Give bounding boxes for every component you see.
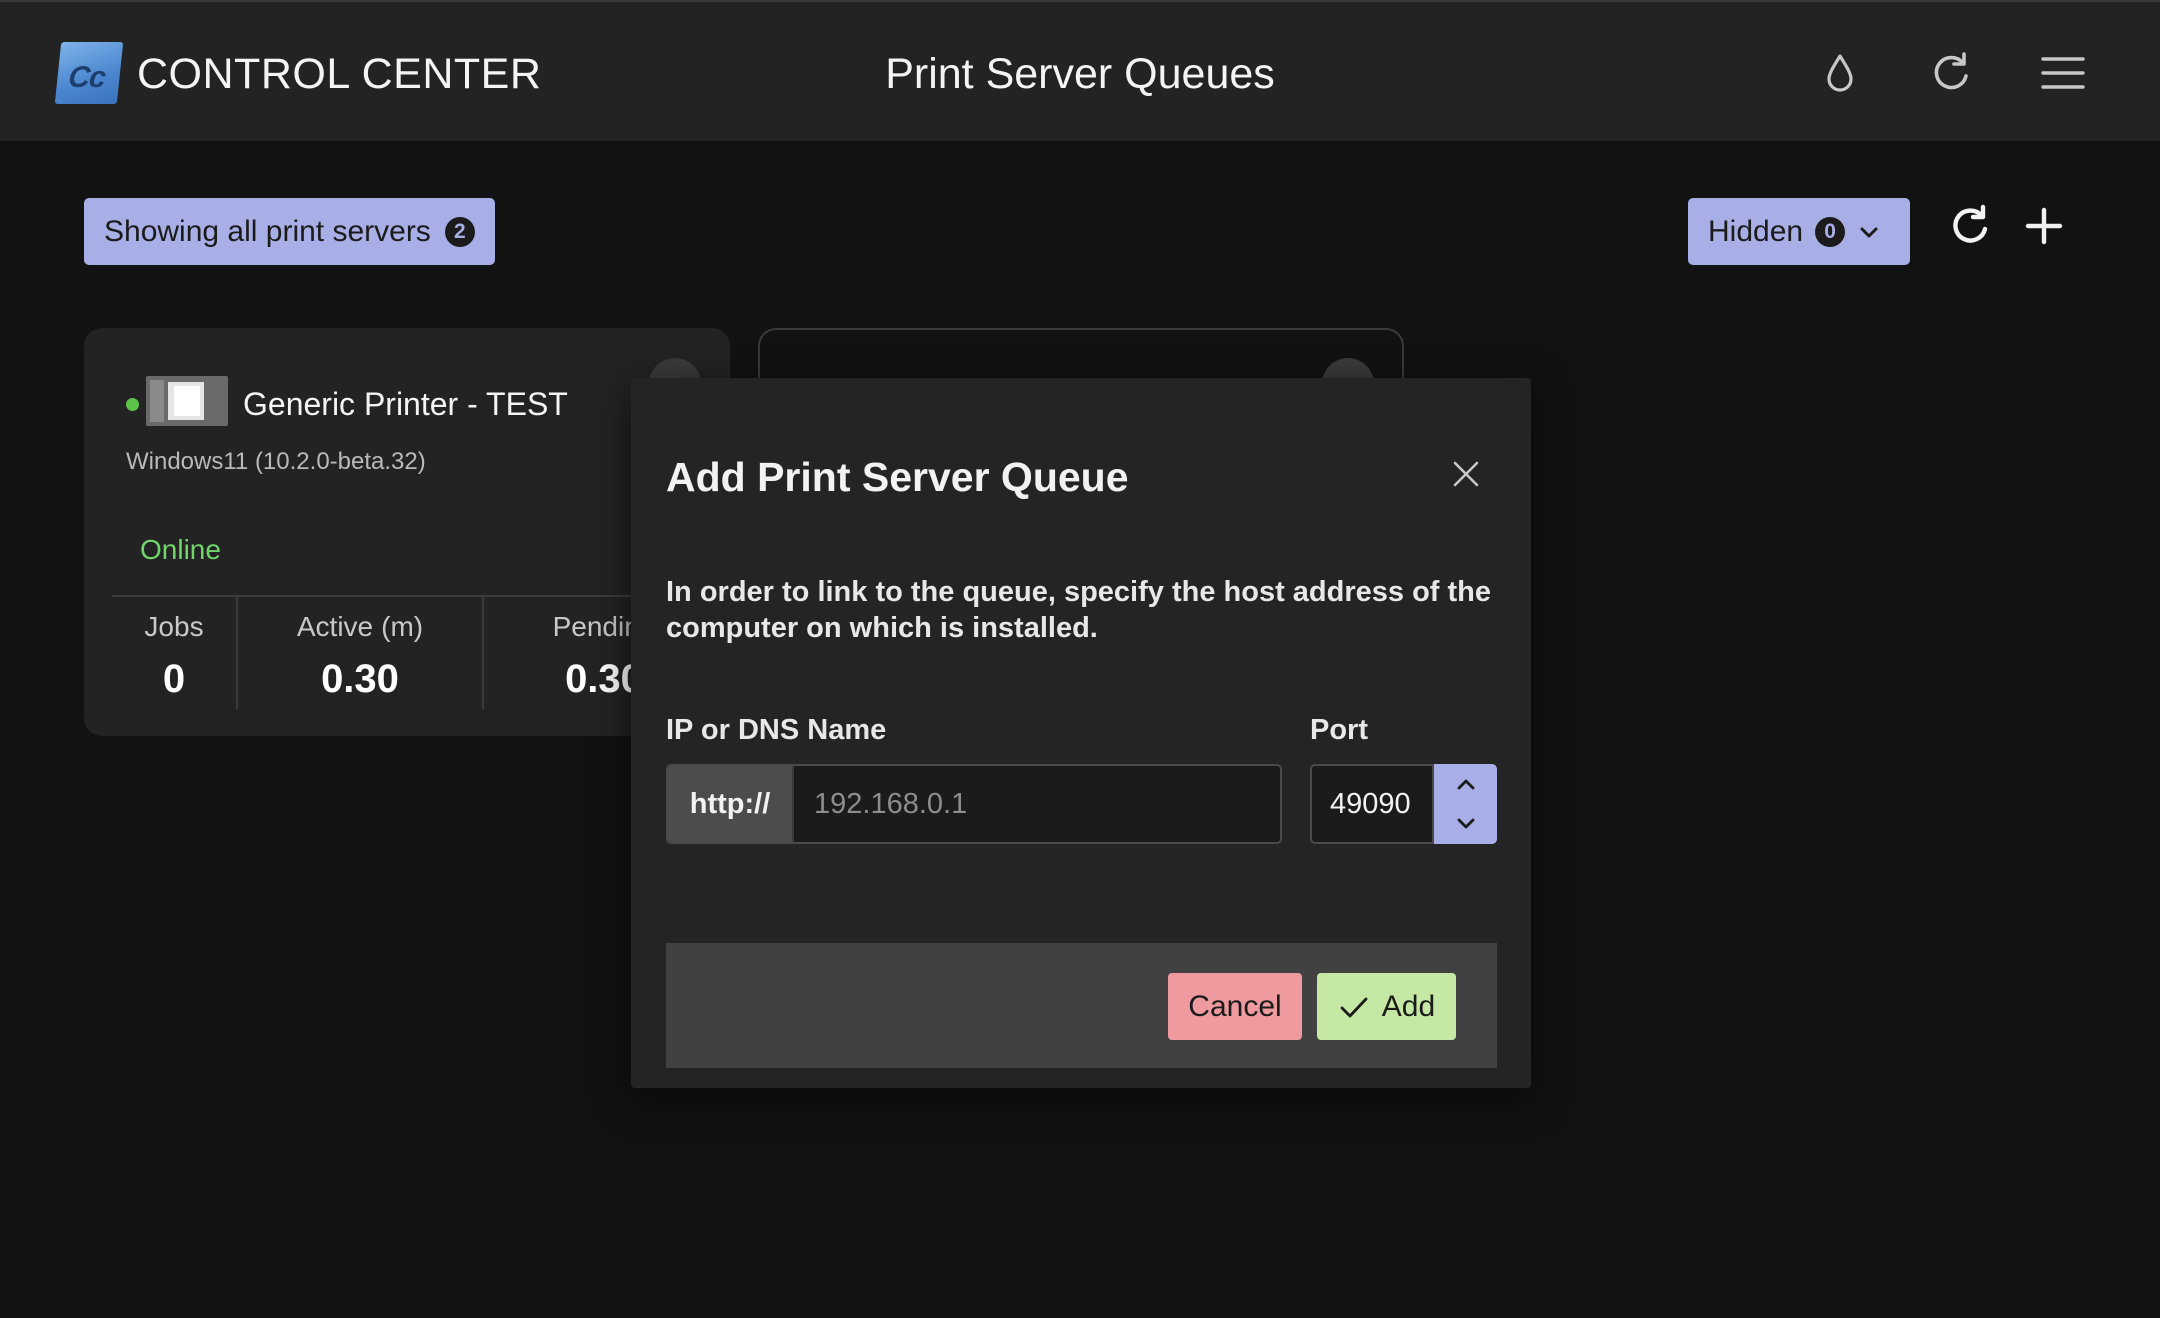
address-label: IP or DNS Name [666, 714, 887, 746]
address-input-group: http:// [666, 764, 1282, 844]
printer-status: Online [140, 534, 221, 565]
cancel-button[interactable]: Cancel [1168, 973, 1302, 1040]
plus-icon[interactable] [2020, 202, 2068, 250]
add-button[interactable]: Add [1317, 973, 1456, 1040]
port-label: Port [1310, 714, 1368, 746]
droplet-icon[interactable] [1815, 48, 1865, 98]
menu-icon[interactable] [2038, 48, 2088, 98]
port-decrement-button[interactable] [1434, 804, 1497, 844]
stat-label: Active [296, 611, 374, 642]
app-root: Cc CONTROL CENTER Print Server Queues Sh… [0, 0, 2160, 1318]
app-header: Cc CONTROL CENTER Print Server Queues [0, 0, 2160, 141]
stat-unit: (m) [381, 611, 424, 642]
add-label: Add [1381, 989, 1436, 1023]
hidden-dropdown[interactable]: Hidden 0 [1688, 198, 1910, 265]
port-stepper [1434, 764, 1497, 844]
filter-count-badge: 2 [444, 216, 475, 247]
refresh-icon[interactable] [1926, 48, 1976, 98]
protocol-prefix: http:// [668, 766, 794, 842]
cancel-label: Cancel [1188, 989, 1282, 1023]
chevron-down-icon [1457, 818, 1474, 829]
add-queue-dialog: Add Print Server Queue In order to link … [631, 378, 1531, 1088]
dialog-footer: Cancel Add [666, 943, 1497, 1068]
printer-os-version: Windows11 (10.2.0-beta.32) [126, 448, 426, 475]
printer-name: Generic Printer - TEST [243, 386, 568, 422]
check-icon [1340, 997, 1368, 1017]
stat-active: Active (m) 0.30 [238, 597, 482, 709]
chevron-down-icon [1860, 227, 1878, 237]
address-input[interactable] [794, 766, 1280, 842]
printer-thumbnail [146, 376, 228, 426]
close-icon[interactable] [1450, 458, 1482, 490]
hidden-count-badge: 0 [1815, 216, 1846, 247]
stat-value: 0 [162, 657, 186, 701]
chevron-up-icon [1457, 779, 1474, 790]
stat-value: 0.30 [321, 657, 399, 701]
stat-jobs: Jobs 0 [112, 597, 236, 709]
online-status-dot [126, 398, 139, 411]
port-increment-button[interactable] [1434, 764, 1497, 804]
server-filter-button[interactable]: Showing all print servers 2 [84, 198, 495, 265]
port-input[interactable] [1310, 764, 1434, 844]
dialog-title: Add Print Server Queue [666, 454, 1129, 500]
filter-label: Showing all print servers [104, 214, 431, 248]
reload-servers-icon[interactable] [1946, 202, 1994, 250]
hidden-label: Hidden [1708, 214, 1804, 248]
dialog-description: In order to link to the queue, specify t… [666, 576, 1491, 644]
stat-label: Jobs [144, 611, 204, 642]
